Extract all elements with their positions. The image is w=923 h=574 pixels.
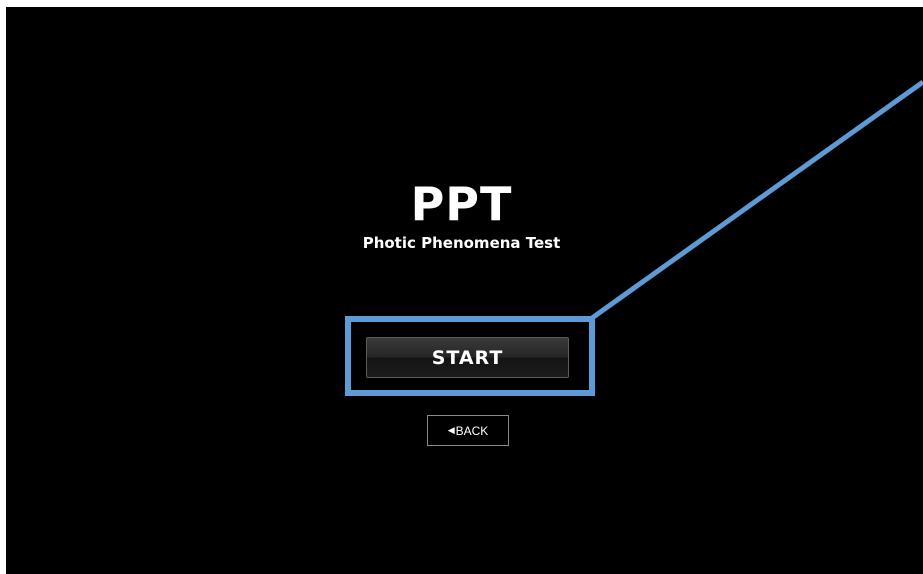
triangle-left-icon: ◀ (447, 425, 455, 435)
app-screen (6, 7, 923, 574)
app-subtitle: Photic Phenomena Test (362, 234, 561, 252)
back-button[interactable]: ◀ BACK (427, 415, 509, 446)
back-button-label: BACK (455, 423, 489, 438)
app-title: PPT (410, 177, 513, 231)
start-button[interactable]: START (366, 337, 569, 378)
